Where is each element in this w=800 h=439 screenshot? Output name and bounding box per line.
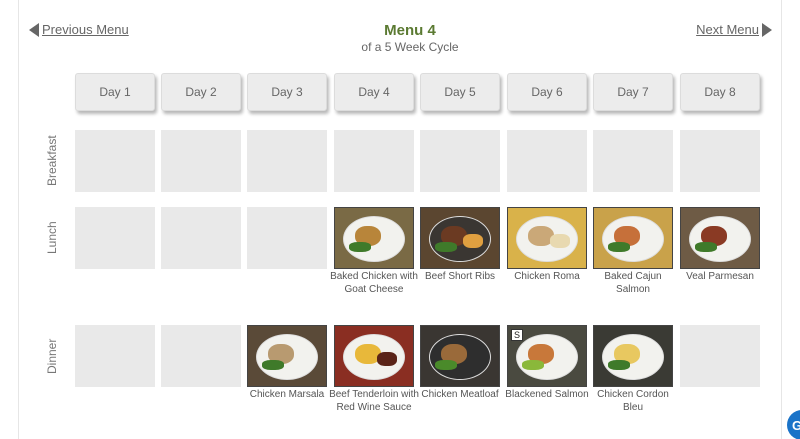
meal-photo-beef-tenderloin[interactable]: [334, 325, 414, 387]
empty-meal-cell: [75, 325, 155, 387]
menu-subtitle: of a 5 Week Cycle: [361, 40, 459, 54]
row-label-breakfast: Breakfast: [45, 135, 59, 187]
food-image: [435, 242, 457, 252]
empty-meal-cell: [161, 325, 241, 387]
meal-name[interactable]: Beef Short Ribs: [415, 270, 505, 283]
arrow-right-icon: [762, 22, 772, 37]
meal-name[interactable]: Baked Chicken with Goat Cheese: [329, 270, 419, 296]
food-image: [435, 360, 457, 370]
meal-photo-veal-parmesan[interactable]: [680, 207, 760, 269]
next-menu-label: Next Menu: [696, 22, 759, 37]
empty-meal-cell: [593, 130, 673, 192]
food-image: [349, 242, 371, 252]
food-image: [262, 360, 284, 370]
food-image: [695, 242, 717, 252]
meal-name[interactable]: Chicken Marsala: [242, 388, 332, 401]
meal-name[interactable]: Chicken Meatloaf: [415, 388, 505, 401]
meal-name[interactable]: Veal Parmesan: [675, 270, 765, 283]
day-7-button[interactable]: Day 7: [593, 73, 673, 111]
food-image: [377, 352, 397, 366]
empty-meal-cell: [75, 130, 155, 192]
day-3-button[interactable]: Day 3: [247, 73, 327, 111]
empty-meal-cell: [420, 130, 500, 192]
day-2-button[interactable]: Day 2: [161, 73, 241, 111]
day-1-button[interactable]: Day 1: [75, 73, 155, 111]
meal-name[interactable]: Beef Tenderloin with Red Wine Sauce: [329, 388, 419, 414]
empty-meal-cell: [334, 130, 414, 192]
food-image: [608, 360, 630, 370]
meal-photo-baked-cajun-salmon[interactable]: [593, 207, 673, 269]
meal-photo-chicken-meatloaf[interactable]: [420, 325, 500, 387]
empty-meal-cell: [247, 207, 327, 269]
meal-name[interactable]: Blackened Salmon: [502, 388, 592, 401]
meal-photo-blackened-salmon[interactable]: S: [507, 325, 587, 387]
row-label-dinner: Dinner: [45, 338, 59, 374]
day-4-button[interactable]: Day 4: [334, 73, 414, 111]
empty-meal-cell: [161, 207, 241, 269]
meal-photo-chicken-marsala[interactable]: [247, 325, 327, 387]
meal-name[interactable]: Baked Cajun Salmon: [588, 270, 678, 296]
day-5-button[interactable]: Day 5: [420, 73, 500, 111]
empty-meal-cell: [161, 130, 241, 192]
special-badge: S: [511, 329, 523, 341]
empty-meal-cell: [680, 130, 760, 192]
meal-photo-chicken-roma[interactable]: [507, 207, 587, 269]
empty-meal-cell: [680, 325, 760, 387]
day-8-button[interactable]: Day 8: [680, 73, 760, 111]
meal-photo-chicken-cordon-bleu[interactable]: [593, 325, 673, 387]
row-label-lunch: Lunch: [45, 221, 59, 255]
food-image: [550, 234, 570, 248]
chat-widget-label: G: [791, 417, 800, 433]
next-menu-link[interactable]: Next Menu: [696, 22, 772, 37]
food-image: [522, 360, 544, 370]
food-image: [463, 234, 483, 248]
meal-name[interactable]: Chicken Cordon Bleu: [588, 388, 678, 414]
menu-title: Menu 4: [384, 22, 436, 39]
meal-name[interactable]: Chicken Roma: [502, 270, 592, 283]
meal-photo-baked-chicken[interactable]: [334, 207, 414, 269]
empty-meal-cell: [507, 130, 587, 192]
empty-meal-cell: [75, 207, 155, 269]
food-image: [608, 242, 630, 252]
empty-meal-cell: [247, 130, 327, 192]
day-6-button[interactable]: Day 6: [507, 73, 587, 111]
chat-widget-button[interactable]: G: [787, 410, 800, 439]
meal-photo-beef-short-ribs[interactable]: [420, 207, 500, 269]
